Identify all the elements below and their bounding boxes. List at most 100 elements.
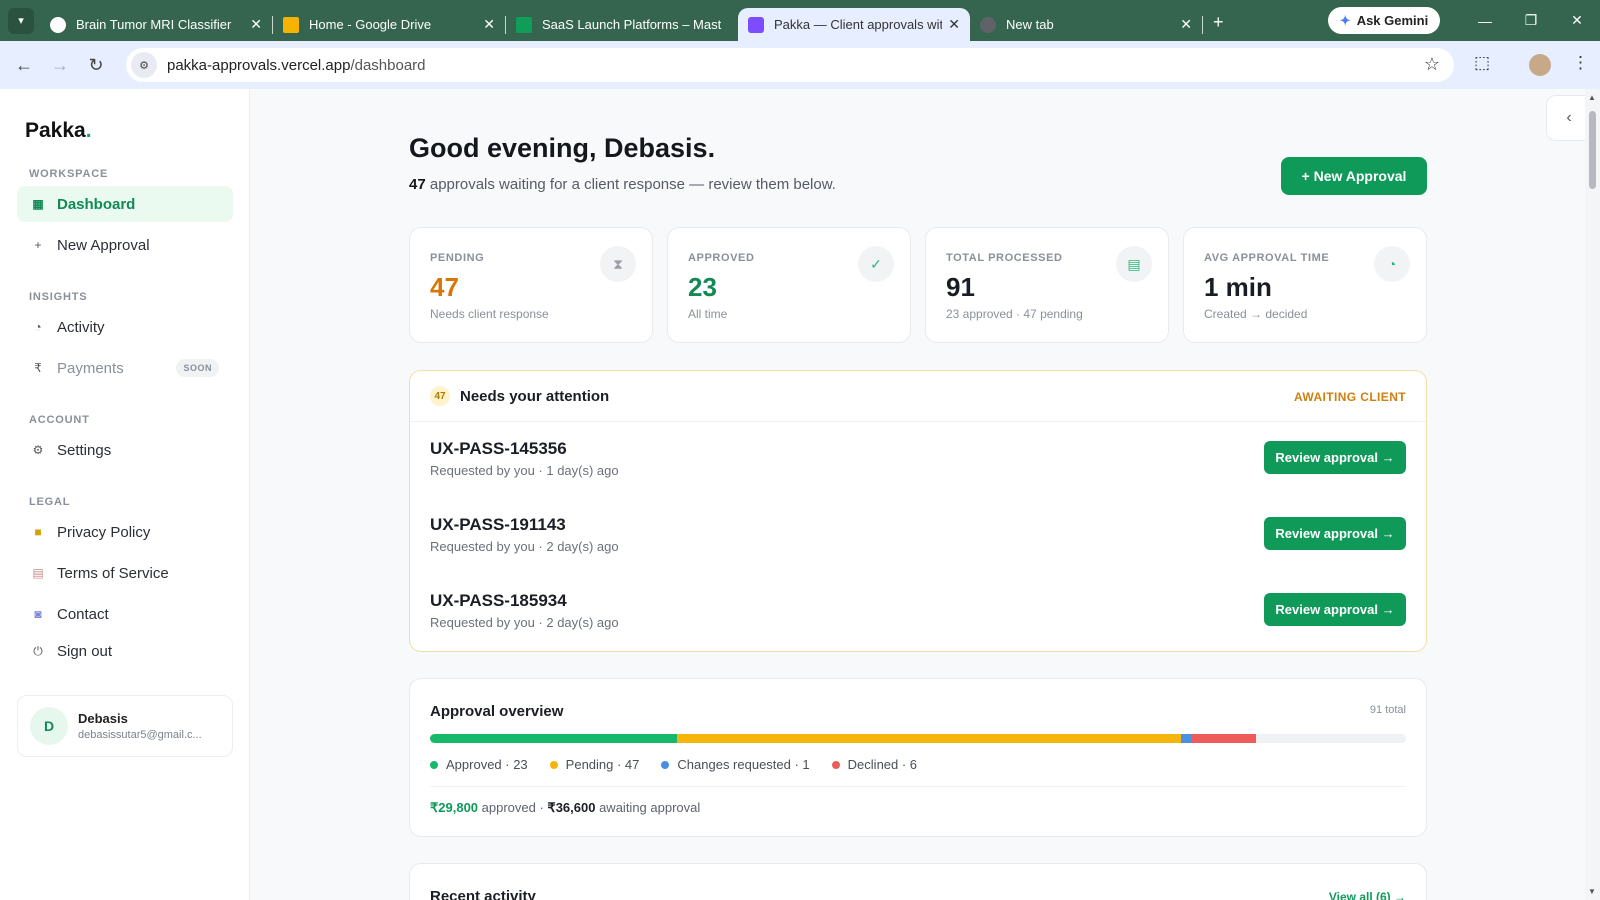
profile-avatar-icon[interactable] <box>1529 54 1551 76</box>
tab-saas-launch[interactable]: SaaS Launch Platforms – Mast <box>506 8 738 41</box>
user-email: debasissutar5@gmail.c... <box>78 729 202 741</box>
new-tab-plus-icon[interactable]: + <box>1213 12 1224 33</box>
extensions-icon[interactable]: ⬚ <box>1474 53 1490 73</box>
forward-arrow-icon[interactable]: → <box>42 55 78 76</box>
scrollbar-thumb[interactable] <box>1589 111 1596 189</box>
awaiting-amount: ₹36,600 <box>547 800 596 815</box>
overview-legend: Approved · 23 Pending · 47 Changes request… <box>430 757 939 772</box>
stat-card-pending: PENDING 47 Needs client response ⧗ <box>409 227 653 343</box>
page-title: Good evening, Debasis. <box>409 133 716 163</box>
sidebar-item-privacy-policy[interactable]: ■ Privacy Policy <box>17 514 233 550</box>
stat-card-total-processed: TOTAL PROCESSED 91 23 approved · 47 pend… <box>925 227 1169 343</box>
scroll-up-icon[interactable]: ▲ <box>1588 93 1596 102</box>
tab-title: Pakka — Client approvals wit <box>774 17 943 32</box>
scrollbar[interactable]: ▲ ▼ <box>1585 89 1600 900</box>
url-text[interactable]: pakka-approvals.vercel.app/dashboard <box>167 57 426 74</box>
sidebar-item-new-approval[interactable]: + New Approval <box>17 227 233 263</box>
tab-brain-tumor[interactable]: Brain Tumor MRI Classifier ✕ <box>40 8 272 41</box>
back-arrow-icon[interactable]: ← <box>6 55 42 76</box>
section-label-account: ACCOUNT <box>29 414 90 426</box>
legend-label: Declined · 6 <box>847 757 918 772</box>
review-approval-button[interactable]: Review approval → <box>1264 593 1406 626</box>
stat-value: 1 min <box>1204 272 1272 302</box>
list-item: UX-PASS-145356 Requested by you · 1 day(… <box>430 431 1406 489</box>
legend-swatch <box>549 760 558 769</box>
browser-tab-bar: ▾ Brain Tumor MRI Classifier ✕ Home - Go… <box>0 0 1600 41</box>
legend-swatch <box>661 760 670 769</box>
review-approval-button[interactable]: Review approval → <box>1264 517 1406 550</box>
clock-icon: ◔ <box>1374 246 1410 282</box>
sidebar: Pakka. WORKSPACE ▦ Dashboard + New Appro… <box>0 89 250 900</box>
overview-total: 91 total <box>1369 704 1406 716</box>
bookmark-star-icon[interactable]: ☆ <box>1424 54 1440 75</box>
sidebar-item-terms[interactable]: ▤ Terms of Service <box>17 555 233 591</box>
window-close-icon[interactable]: ✕ <box>1554 0 1600 41</box>
tab-pakka[interactable]: Pakka — Client approvals wit ✕ <box>738 8 970 41</box>
sidebar-item-label: Payments <box>57 359 124 377</box>
url-host: pakka-approvals.vercel.app <box>167 56 351 74</box>
close-icon[interactable]: ✕ <box>250 16 262 33</box>
subtitle-text: approvals waiting for a client response … <box>425 176 836 193</box>
overview-title: Approval overview <box>430 703 564 720</box>
tab-title: New tab <box>1006 17 1054 32</box>
document-list-icon: ▤ <box>1116 246 1152 282</box>
approval-code: UX-PASS-185934 <box>430 591 567 610</box>
tab-title: Home - Google Drive <box>309 17 432 32</box>
checkmark-icon: ✓ <box>858 246 894 282</box>
reload-icon[interactable]: ↻ <box>78 55 114 76</box>
app-logo[interactable]: Pakka. <box>25 119 92 143</box>
google-drive-icon <box>283 16 299 33</box>
restore-icon[interactable]: ❐ <box>1508 0 1554 41</box>
stat-label: PENDING <box>430 252 485 264</box>
soon-badge: SOON <box>176 359 219 377</box>
awaiting-text: awaiting approval <box>595 800 701 815</box>
view-all-link[interactable]: View all (6) → <box>1329 890 1406 900</box>
url-path: /dashboard <box>350 56 426 74</box>
user-card[interactable]: D Debasis debasissutar5@gmail.c... <box>17 695 233 757</box>
attention-title: Needs your attention <box>460 387 610 405</box>
tab-title: SaaS Launch Platforms – Mast <box>542 17 722 32</box>
overview-amounts: ₹29,800 approved · ₹36,600 awaiting appr… <box>430 800 700 816</box>
recent-title: Recent activity <box>430 888 536 900</box>
new-approval-button[interactable]: + New Approval <box>1281 157 1427 195</box>
more-menu-icon[interactable]: ⋮ <box>1572 53 1589 73</box>
sidebar-item-label: Contact <box>57 605 109 623</box>
chatgpt-icon <box>50 16 66 33</box>
tab-new-tab[interactable]: New tab ✕ <box>970 8 1202 41</box>
overview-progress-bar <box>430 734 1406 743</box>
sidebar-item-settings[interactable]: ⚙ Settings <box>17 432 233 468</box>
hourglass-icon: ⧗ <box>600 246 636 282</box>
attention-panel: 47 Needs your attention AWAITING CLIENT … <box>409 370 1427 652</box>
ask-gemini-button[interactable]: ✦ Ask Gemini <box>1328 7 1440 34</box>
sidebar-item-activity[interactable]: ◔ Activity <box>17 309 233 345</box>
sidebar-item-contact[interactable]: ◙ Contact <box>17 596 233 632</box>
sidebar-item-payments[interactable]: ₹ Payments SOON <box>17 350 233 386</box>
approved-text: approved · <box>478 800 548 815</box>
minimize-icon[interactable]: — <box>1462 0 1508 41</box>
sidebar-item-label: Privacy Policy <box>57 523 151 541</box>
site-info-icon[interactable]: ⚙ <box>131 52 157 78</box>
sidebar-item-label: Sign out <box>57 642 113 660</box>
close-icon[interactable]: ✕ <box>1180 16 1192 33</box>
scroll-down-icon[interactable]: ▼ <box>1588 887 1596 896</box>
tab-search-chevron-icon[interactable]: ▾ <box>8 7 34 34</box>
legend-item: Declined · 6 <box>831 757 918 772</box>
google-sheets-icon <box>516 16 532 33</box>
review-approval-button[interactable]: Review approval → <box>1264 441 1406 474</box>
legend-label: Approved · 23 <box>446 757 528 772</box>
approved-amount: ₹29,800 <box>430 800 479 815</box>
close-icon[interactable]: ✕ <box>483 16 495 33</box>
stat-note: Needs client response <box>430 307 549 321</box>
overview-bar-segment <box>1180 734 1192 743</box>
stat-label: AVG APPROVAL TIME <box>1204 252 1330 264</box>
stat-value: 91 <box>946 272 975 302</box>
section-label-legal: LEGAL <box>29 496 71 508</box>
close-icon[interactable]: ✕ <box>948 16 960 33</box>
gear-icon: ⚙ <box>32 443 44 457</box>
overview-bar-segment <box>1191 734 1256 743</box>
sidebar-item-sign-out[interactable]: ⏻ Sign out <box>17 633 233 669</box>
address-bar[interactable]: ⚙ pakka-approvals.vercel.app/dashboard ☆ <box>126 48 1454 82</box>
sidebar-item-dashboard[interactable]: ▦ Dashboard <box>17 186 233 222</box>
tab-google-drive[interactable]: Home - Google Drive ✕ <box>273 8 505 41</box>
approval-meta: Requested by you · 2 day(s) ago <box>430 615 619 630</box>
